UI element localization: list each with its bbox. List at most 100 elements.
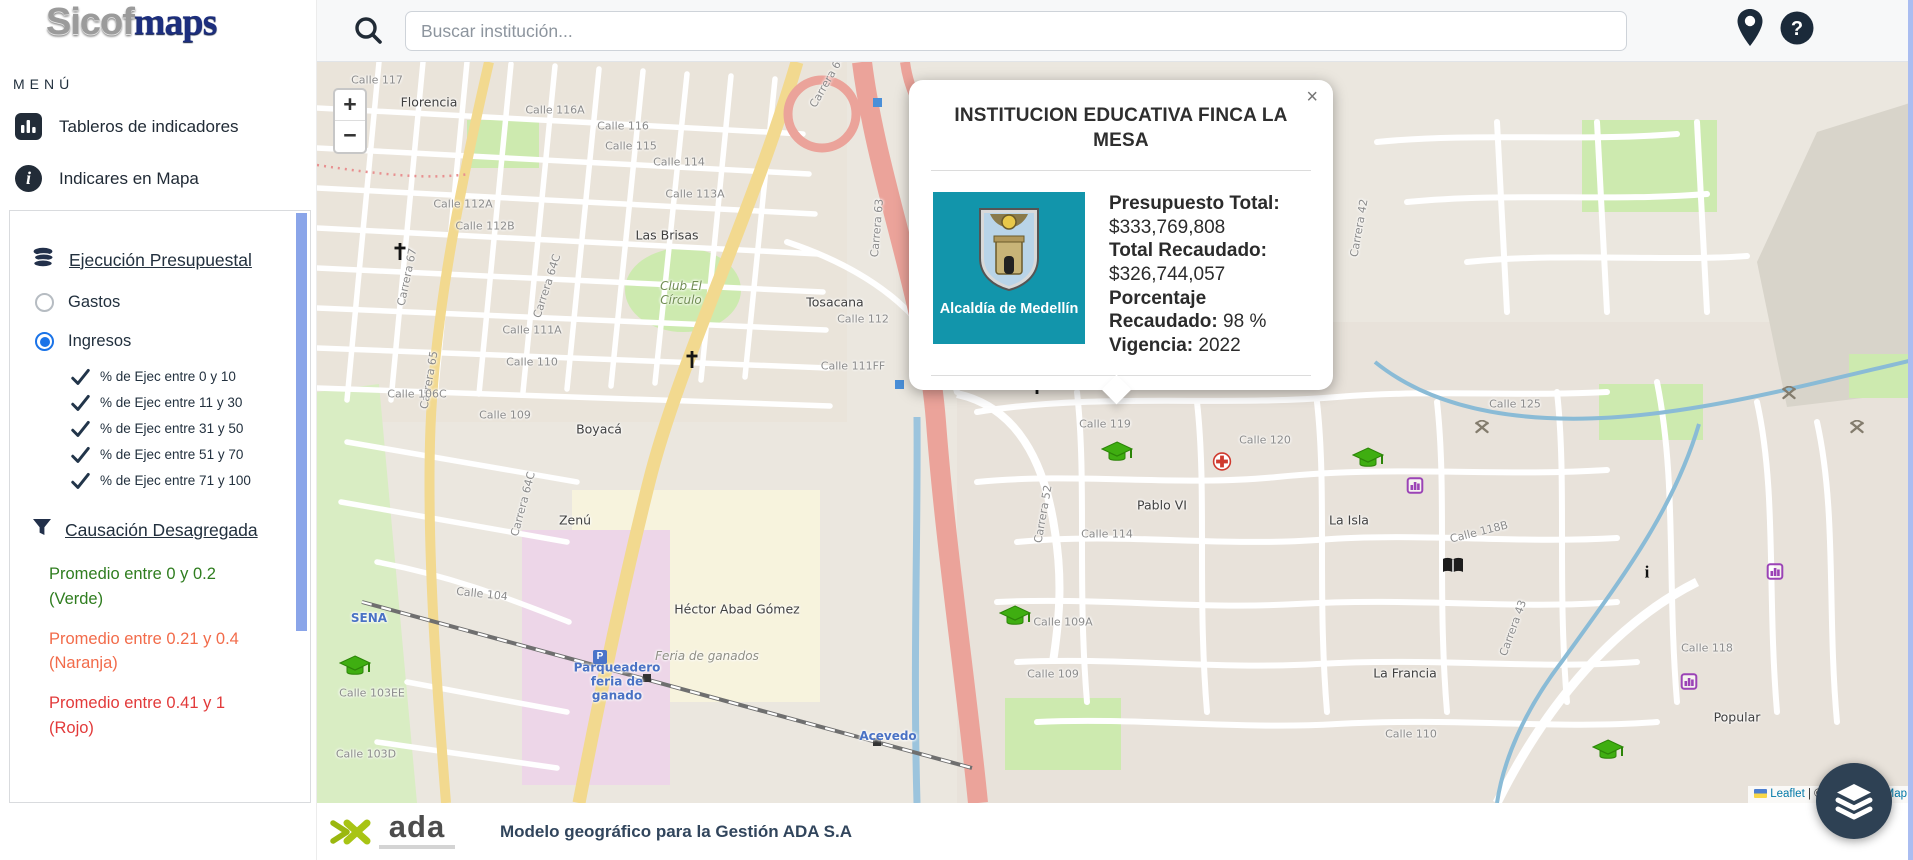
popup-field: Total Recaudado: $326,744,057 — [1109, 239, 1309, 286]
filter-label: % de Ejec entre 71 y 100 — [100, 473, 251, 488]
layers-icon — [1833, 782, 1875, 820]
sidebar: Sicofmaps MENÚ Tableros de indicadores i… — [0, 0, 317, 860]
check-icon — [70, 419, 91, 438]
check-icon — [70, 393, 91, 412]
check-icon — [70, 471, 91, 490]
mine-marker-icon[interactable] — [1474, 420, 1491, 440]
filter-label: % de Ejec entre 51 y 70 — [100, 447, 243, 462]
field-label: Porcentaje Recaudado: — [1109, 288, 1218, 333]
search-icon — [353, 15, 383, 50]
popup-field: Porcentaje Recaudado: 98 % — [1109, 287, 1309, 334]
radio-label: Gastos — [68, 293, 120, 312]
ada-logo: ada — [330, 814, 455, 848]
legend-item: Promedio entre 0.21 y 0.4 (Naranja) — [49, 627, 261, 677]
search-input[interactable] — [405, 11, 1627, 51]
mine-marker-icon[interactable] — [1781, 386, 1798, 406]
image-caption: Alcaldía de Medellín — [933, 301, 1085, 317]
app-logo[interactable]: Sicofmaps — [46, 2, 216, 44]
radio-icon[interactable] — [35, 332, 54, 351]
field-label: Total Recaudado: — [1109, 240, 1267, 261]
exec-range-list: % de Ejec entre 0 y 10 % de Ejec entre 11… — [70, 367, 310, 490]
info-icon: i — [15, 165, 42, 192]
church-marker-icon[interactable] — [686, 351, 699, 373]
field-value: 2022 — [1198, 335, 1240, 356]
filter-label: % de Ejec entre 0 y 10 — [100, 369, 236, 384]
radio-option[interactable]: Ingresos — [35, 332, 310, 351]
radio-option[interactable]: Gastos — [35, 293, 310, 312]
filter-icon — [32, 518, 52, 542]
popup-close-button[interactable]: × — [1306, 87, 1318, 107]
sidebar-item-label: Tableros de indicadores — [59, 117, 239, 137]
zoom-out-button[interactable]: − — [335, 121, 365, 152]
popup-fields: Presupuesto Total: $333,769,808Total Rec… — [1109, 192, 1309, 357]
book-marker-icon[interactable] — [1442, 557, 1465, 579]
dashboard-marker-icon[interactable] — [1767, 563, 1784, 585]
check-icon — [70, 445, 91, 464]
logo-part-sicof: Sicof — [46, 1, 134, 43]
sidebar-item-indicadores-mapa[interactable]: i Indicares en Mapa — [15, 165, 199, 192]
school-marker-icon[interactable] — [1592, 739, 1624, 769]
institution-image: Alcaldía de Medellín — [933, 192, 1085, 344]
popup-field: Presupuesto Total: $333,769,808 — [1109, 192, 1309, 239]
layers-button[interactable] — [1816, 763, 1892, 839]
radio-group: Gastos Ingresos — [10, 293, 310, 351]
causacion-legend: Promedio entre 0 y 0.2 (Verde) Promedio e… — [49, 562, 261, 741]
school-marker-icon[interactable] — [1352, 447, 1384, 477]
exec-range-filter[interactable]: % de Ejec entre 0 y 10 — [70, 367, 310, 386]
popup-title: INSTITUCION EDUCATIVA FINCA LA MESA — [943, 104, 1299, 153]
ada-glyph-icon — [330, 815, 374, 849]
page-scrollbar[interactable] — [1908, 0, 1913, 860]
logo-part-maps: maps — [134, 1, 217, 43]
zoom-control: + − — [333, 88, 367, 154]
exec-range-filter[interactable]: % de Ejec entre 31 y 50 — [70, 419, 310, 438]
radio-label: Ingresos — [68, 332, 131, 351]
footer: ada Modelo geográfico para la Gestión AD… — [317, 803, 1913, 860]
field-label: Vigencia: — [1109, 335, 1193, 356]
sidebar-item-tableros[interactable]: Tableros de indicadores — [15, 113, 239, 140]
bar-chart-icon — [15, 113, 42, 140]
ada-logo-text: ada — [389, 814, 445, 840]
dashboard-marker-icon[interactable] — [1681, 673, 1698, 695]
exec-range-filter[interactable]: % de Ejec entre 51 y 70 — [70, 445, 310, 464]
dashboard-marker-icon[interactable] — [1407, 477, 1424, 499]
field-label: Presupuesto Total: — [1109, 193, 1280, 214]
help-icon[interactable]: ? — [1779, 10, 1815, 51]
sidebar-item-label: Indicares en Mapa — [59, 169, 199, 189]
popup-field: Vigencia: 2022 — [1109, 334, 1309, 358]
legend-item: Promedio entre 0 y 0.2 (Verde) — [49, 562, 261, 612]
radio-icon[interactable] — [35, 293, 54, 312]
field-value: $326,744,057 — [1109, 264, 1225, 285]
filters-panel: Ejecución Presupuestal Gastos Ingresos % … — [9, 210, 311, 803]
school-marker-icon[interactable] — [339, 655, 371, 685]
filter-label: % de Ejec entre 11 y 30 — [100, 395, 242, 410]
school-marker-icon[interactable] — [1101, 441, 1133, 471]
ukraine-flag-icon — [1754, 789, 1767, 798]
panel-scrollbar[interactable] — [296, 213, 307, 631]
leaflet-link[interactable]: Leaflet — [1770, 788, 1805, 800]
info-marker-icon[interactable]: i — [1642, 564, 1652, 581]
svg-text:?: ? — [1791, 18, 1803, 40]
hospital-marker-icon[interactable] — [1213, 452, 1232, 476]
legend-item: Promedio entre 0.41 y 1 (Rojo) — [49, 691, 261, 741]
field-value: $333,769,808 — [1109, 217, 1225, 238]
map-canvas[interactable]: Calle 117FlorenciaCalle 116ACalle 116Cal… — [317, 62, 1913, 803]
church-marker-icon[interactable] — [394, 243, 407, 265]
footer-text: Modelo geográfico para la Gestión ADA S.… — [500, 822, 852, 842]
medellin-crest-icon — [976, 206, 1042, 292]
parking-marker-icon[interactable]: P — [593, 650, 607, 664]
ejecucion-presupuestal-link[interactable]: Ejecución Presupuestal — [69, 250, 252, 271]
section-ejecucion-presupuestal: Ejecución Presupuestal — [32, 247, 310, 273]
main-area: ? — [317, 0, 1913, 860]
filter-label: % de Ejec entre 31 y 50 — [100, 421, 243, 436]
map-popup: × INSTITUCION EDUCATIVA FINCA LA MESA — [909, 80, 1333, 390]
exec-range-filter[interactable]: % de Ejec entre 11 y 30 — [70, 393, 310, 412]
app-root: Sicofmaps MENÚ Tableros de indicadores i… — [0, 0, 1913, 860]
mine-marker-icon[interactable] — [1849, 420, 1866, 440]
location-pin-icon[interactable] — [1735, 8, 1765, 53]
school-marker-icon[interactable] — [999, 605, 1031, 635]
topbar: ? — [317, 0, 1913, 62]
exec-range-filter[interactable]: % de Ejec entre 71 y 100 — [70, 471, 310, 490]
causacion-desagregada-link[interactable]: Causación Desagregada — [65, 520, 258, 541]
zoom-in-button[interactable]: + — [335, 90, 365, 121]
coins-icon — [32, 247, 56, 273]
